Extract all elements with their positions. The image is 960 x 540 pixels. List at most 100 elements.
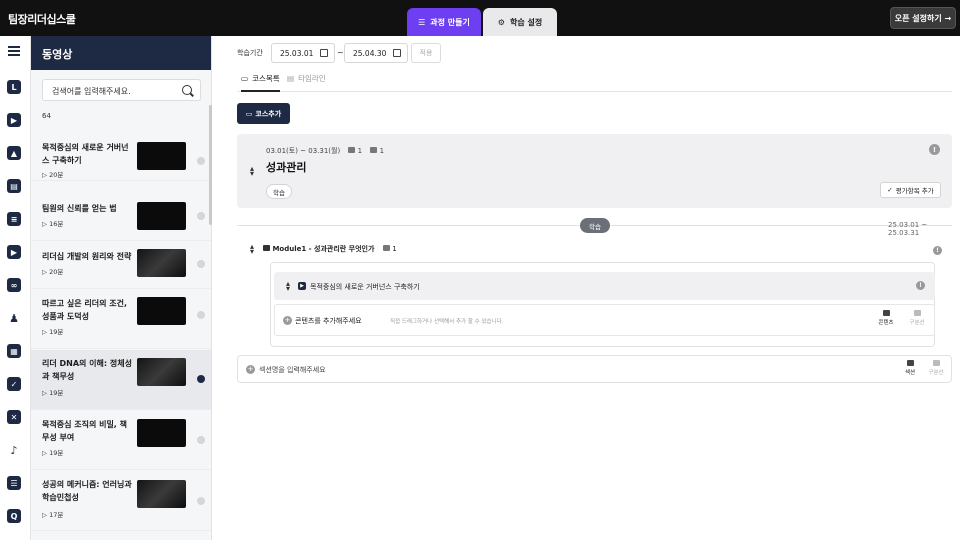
tab-course-builder-label: 과정 만들기 — [430, 17, 470, 27]
list-icon[interactable]: ☰ — [7, 476, 21, 490]
add-section-divider-button[interactable]: 구분선 — [923, 360, 949, 376]
panel-title: 동영상 — [31, 36, 211, 70]
video-duration: ▷ 16분 — [42, 220, 64, 228]
calendar-icon[interactable]: ▦ — [7, 344, 21, 358]
layers-icon: ☰ — [418, 17, 426, 27]
content-icon — [370, 147, 378, 153]
video-duration: ▷ 19분 — [42, 328, 64, 336]
add-section-divider-label: 구분선 — [928, 370, 944, 376]
module-header[interactable]: Module1 - 성과관리란 무엇인가 1 — [263, 244, 397, 254]
top-bar: 팀장리더십스쿨 ☰ 과정 만들기 ⚙ 학습 설정 오픈 설정하기 → — [0, 0, 960, 36]
users-icon[interactable]: ♟ — [7, 311, 21, 325]
add-content-button-label: 콘텐츠 — [878, 320, 894, 326]
course-count-1: 1 — [357, 147, 363, 155]
start-date-field[interactable]: 25.03.01 — [271, 43, 335, 63]
search-input[interactable]: 검색어를 입력해주세요. — [42, 79, 201, 101]
date-label: 학습기간 — [237, 49, 263, 57]
calendar-icon[interactable] — [393, 49, 401, 57]
course-tag: 학습 — [266, 184, 292, 199]
menu-icon[interactable] — [8, 46, 20, 56]
add-evaluation-label: 평가항목 추가 — [895, 187, 934, 195]
drag-handle-icon[interactable]: ▴ ▾ — [284, 280, 292, 293]
content-item-title: 목적중심의 새로운 거버넌스 구축하기 — [310, 283, 420, 291]
video-item[interactable]: 목적중심의 새로운 거버넌스 구축하기 ▷ 20분 — [31, 134, 211, 181]
clipboard-check-icon[interactable]: ✓ — [7, 377, 21, 391]
open-settings-button[interactable]: 오픈 설정하기 → — [890, 7, 956, 29]
brand-logo[interactable]: 팀장리더십스쿨 — [8, 11, 76, 27]
select-indicator[interactable] — [197, 311, 205, 319]
tab-course-builder[interactable]: ☰ 과정 만들기 — [407, 8, 481, 36]
date-tilde: ~ — [337, 48, 344, 57]
info-icon[interactable]: ! — [929, 144, 940, 155]
info-icon[interactable]: ! — [916, 281, 925, 290]
add-course-button[interactable]: ▭ 코스추가 — [237, 103, 290, 124]
book-icon[interactable]: ▤ — [7, 179, 21, 193]
result-count: 64 — [42, 112, 51, 120]
media-play-icon[interactable]: ▶ — [7, 245, 21, 259]
tab-course-list[interactable]: ▭ 코스목록 — [241, 73, 280, 92]
video-thumbnail — [137, 358, 186, 386]
add-content-row[interactable]: + 콘텐츠를 추가해주세요 직접 드래그하거나 선택해서 추가 할 수 있습니다… — [274, 304, 935, 336]
add-section-button[interactable]: 섹션 — [897, 360, 923, 376]
folder-icon — [348, 147, 356, 153]
gear-icon: ⚙ — [497, 17, 505, 27]
video-item[interactable]: 따르고 싶은 리더의 조건, 성품과 도덕성 ▷ 19분 — [31, 290, 211, 349]
video-icon[interactable]: ▶ — [7, 113, 21, 127]
add-course-label: 코스추가 — [255, 109, 282, 118]
video-thumbnail — [137, 249, 186, 277]
video-item[interactable]: 팀원의 신뢰를 얻는 법 ▷ 16분 — [31, 194, 211, 241]
section-name-input[interactable]: 섹션명을 입력해주세요 — [259, 365, 326, 375]
select-indicator[interactable] — [197, 497, 205, 505]
left-rail: L ▶ ▲ ▤ ≡ ▶ ∞ ♟ ▦ ✓ ✕ ♪ ☰ Q — [0, 36, 31, 540]
end-date-field[interactable]: 25.04.30 — [344, 43, 408, 63]
content-item[interactable]: ▴ ▾ ▶ 목적중심의 새로운 거버넌스 구축하기 ! — [274, 272, 935, 300]
plus-icon: + — [283, 316, 292, 325]
video-title: 리더 DNA의 이해: 정체성과 책무성 — [42, 359, 132, 381]
video-duration: ▷ 17분 — [42, 511, 64, 519]
video-thumbnail — [137, 202, 186, 230]
main-area: 학습기간 25.03.01 ~ 25.04.30 적용 ▭ 코스목록 ▤ 타임라… — [225, 36, 960, 540]
video-duration: ▷ 19분 — [42, 449, 64, 457]
video-panel: 동영상 검색어를 입력해주세요. 64 목적중심의 새로운 거버넌스 구축하기 … — [31, 36, 212, 540]
add-divider-button[interactable]: 구분선 — [904, 310, 930, 326]
link-icon[interactable]: ∞ — [7, 278, 21, 292]
select-indicator[interactable] — [197, 157, 205, 165]
video-item[interactable]: 목적중심 조직의 비밀, 책무성 부여 ▷ 19분 — [31, 411, 211, 470]
content-icon — [382, 245, 390, 251]
info-icon[interactable]: ! — [933, 246, 942, 255]
video-duration: ▷ 20분 — [42, 268, 64, 276]
tab-timeline-label: 타임라인 — [298, 74, 326, 83]
add-content-hint: 직접 드래그하거나 선택해서 추가 할 수 있습니다. — [390, 319, 504, 325]
drag-handle-icon[interactable]: ▴ ▾ — [248, 165, 256, 178]
add-section-row[interactable]: + 섹션명을 입력해주세요 섹션 구분선 — [237, 355, 952, 383]
divider-pill: 학습 — [580, 218, 610, 233]
select-indicator[interactable] — [197, 212, 205, 220]
add-content-button[interactable]: 콘텐츠 — [873, 310, 899, 326]
tab-timeline[interactable]: ▤ 타임라인 — [287, 73, 326, 84]
video-item[interactable]: 리더십 개발의 원리와 전략 ▷ 20분 — [31, 242, 211, 289]
select-indicator[interactable] — [197, 436, 205, 444]
video-title: 성공의 메커니즘: 언러닝과 학습민첩성 — [42, 480, 132, 502]
video-item[interactable]: 성공의 메커니즘: 언러닝과 학습민첩성 ▷ 17분 — [31, 471, 211, 531]
audio-person-icon[interactable]: ♪ — [7, 443, 21, 457]
add-evaluation-button[interactable]: ✓ 평가항목 추가 — [880, 182, 941, 198]
video-item-selected[interactable]: 리더 DNA의 이해: 정체성과 책무성 ▷ 19분 — [31, 350, 211, 410]
folder-icon: ▭ — [241, 74, 249, 83]
panel-scrollbar[interactable] — [209, 105, 212, 225]
search-icon[interactable] — [182, 85, 192, 95]
apply-button[interactable]: 적용 — [411, 43, 441, 63]
select-indicator[interactable] — [197, 260, 205, 268]
drag-handle-icon[interactable]: ▴ ▾ — [248, 243, 256, 256]
image-compare-icon[interactable]: ✕ — [7, 410, 21, 424]
course-count-2: 1 — [379, 147, 385, 155]
select-indicator[interactable] — [197, 375, 205, 383]
image-icon[interactable]: ▲ — [7, 146, 21, 160]
document-icon[interactable]: ≡ — [7, 212, 21, 226]
course-card[interactable]: ▴ ▾ 03.01(토) ~ 03.31(월) 1 1 성과관리 학습 ! ✓ 평… — [237, 134, 952, 208]
video-thumbnail — [137, 419, 186, 447]
calendar-icon[interactable] — [320, 49, 328, 57]
divider-icon — [913, 310, 921, 316]
tab-learning-settings[interactable]: ⚙ 학습 설정 — [483, 8, 557, 36]
quiz-icon[interactable]: Q — [7, 509, 21, 523]
l-icon[interactable]: L — [7, 80, 21, 94]
